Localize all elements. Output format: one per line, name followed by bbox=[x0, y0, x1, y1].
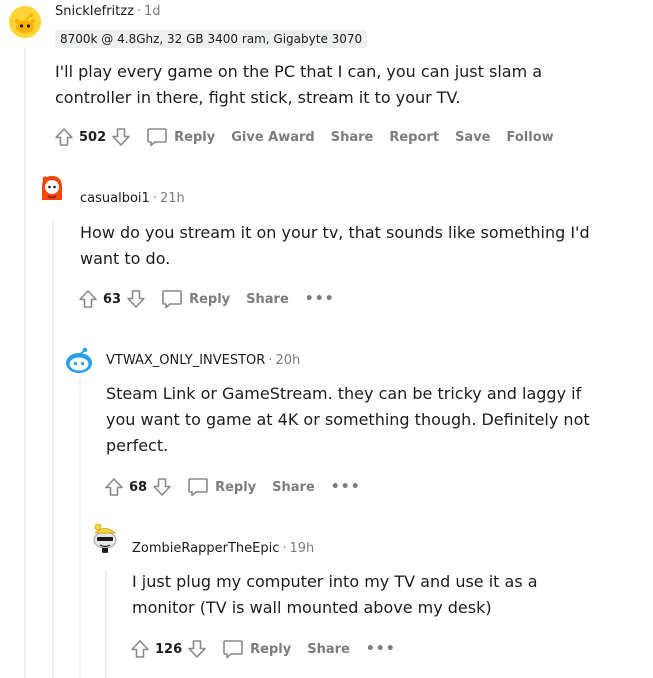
reply-button[interactable]: Reply bbox=[146, 127, 215, 147]
more-options-icon[interactable]: ••• bbox=[305, 291, 335, 307]
upvote-arrow-icon bbox=[105, 478, 123, 496]
comment-body: I'll play every game on the PC that I ca… bbox=[55, 59, 542, 111]
comment-actions: 68 Reply Share ••• bbox=[103, 474, 361, 500]
save-button[interactable]: Save bbox=[455, 130, 490, 145]
vote-score: 126 bbox=[155, 641, 183, 657]
comment-line: I just plug my computer into my TV and u… bbox=[132, 572, 538, 591]
timestamp[interactable]: 20h bbox=[275, 353, 300, 368]
separator-dot: · bbox=[136, 4, 142, 19]
downvote-arrow-icon bbox=[112, 128, 130, 146]
comment-line: perfect. bbox=[106, 436, 169, 455]
comment-actions: 126 Reply Share ••• bbox=[129, 636, 396, 662]
vote-score: 68 bbox=[129, 479, 148, 495]
comment-body: I just plug my computer into my TV and u… bbox=[132, 569, 538, 621]
comment-line: I'll play every game on the PC that I ca… bbox=[55, 62, 543, 81]
timestamp[interactable]: 19h bbox=[290, 541, 315, 556]
author-name[interactable]: casualboi1 bbox=[80, 191, 150, 206]
user-flair: 8700k @ 4.8Ghz, 32 GB 3400 ram, Gigabyte… bbox=[55, 30, 368, 48]
separator-dot: · bbox=[282, 541, 287, 556]
upvote-arrow-icon bbox=[55, 128, 73, 146]
more-options-icon[interactable]: ••• bbox=[366, 641, 396, 657]
downvote-button[interactable] bbox=[110, 125, 132, 149]
report-button[interactable]: Report bbox=[389, 130, 439, 145]
speech-bubble-icon bbox=[188, 478, 208, 497]
comment-actions: 502 Reply Give Award Share Report Save F… bbox=[53, 124, 554, 150]
comment-line: you want to game at 4K or something thou… bbox=[106, 410, 590, 429]
reply-button[interactable]: Reply bbox=[187, 477, 256, 497]
separator-dot: · bbox=[268, 353, 273, 368]
comment-header: ZombieRapperTheEpic · 19h bbox=[132, 541, 314, 556]
snoo-avatar-icon bbox=[42, 176, 62, 200]
thread-line-level-0[interactable] bbox=[24, 48, 26, 678]
comment-line: Steam Link or GameStream. they can be tr… bbox=[106, 384, 582, 403]
comment-header: VTWAX_ONLY_INVESTOR · 20h bbox=[106, 353, 300, 368]
thread-line-level-1[interactable] bbox=[52, 220, 54, 678]
downvote-arrow-icon bbox=[153, 478, 171, 496]
vote-score: 502 bbox=[79, 129, 107, 145]
speech-bubble-icon bbox=[147, 128, 167, 147]
follow-button[interactable]: Follow bbox=[507, 130, 554, 145]
upvote-button[interactable] bbox=[53, 125, 75, 149]
upvote-button[interactable] bbox=[103, 475, 125, 499]
comment-line: How do you stream it on your tv, that so… bbox=[80, 223, 590, 242]
author-name[interactable]: ZombieRapperTheEpic bbox=[132, 541, 279, 556]
downvote-arrow-icon bbox=[127, 290, 145, 308]
give-award-button[interactable]: Give Award bbox=[231, 130, 315, 145]
snoo-avatar-icon bbox=[9, 6, 41, 38]
vote-score: 63 bbox=[103, 291, 122, 307]
speech-bubble-icon bbox=[223, 640, 243, 659]
more-options-icon[interactable]: ••• bbox=[331, 479, 361, 495]
reply-button[interactable]: Reply bbox=[161, 289, 230, 309]
author-name[interactable]: VTWAX_ONLY_INVESTOR bbox=[106, 353, 265, 368]
thread-line-level-3[interactable] bbox=[105, 570, 107, 678]
separator-dot: · bbox=[152, 191, 157, 206]
author-name[interactable]: SnickIefritzz bbox=[55, 4, 134, 19]
reply-label: Reply bbox=[174, 129, 216, 145]
comment-header: casualboi1 · 21h bbox=[80, 191, 185, 206]
comment-header: SnickIefritzz · 1d bbox=[55, 4, 161, 19]
thread-line-level-2[interactable] bbox=[79, 380, 81, 678]
reply-label: Reply bbox=[189, 291, 231, 307]
avatar[interactable] bbox=[89, 521, 121, 553]
comment-body: Steam Link or GameStream. they can be tr… bbox=[106, 381, 590, 459]
snoo-avatar-icon bbox=[66, 347, 92, 373]
snoo-avatar-icon bbox=[93, 523, 117, 553]
reply-label: Reply bbox=[215, 479, 257, 495]
avatar[interactable] bbox=[9, 6, 41, 38]
comment-line: controller in there, fight stick, stream… bbox=[55, 88, 461, 107]
comment-line: want to do. bbox=[80, 249, 171, 268]
upvote-arrow-icon bbox=[131, 640, 149, 658]
user-flair-wrapper: 8700k @ 4.8Ghz, 32 GB 3400 ram, Gigabyte… bbox=[55, 28, 368, 48]
downvote-button[interactable] bbox=[186, 637, 208, 661]
comment-actions: 63 Reply Share ••• bbox=[77, 286, 335, 312]
downvote-button[interactable] bbox=[151, 475, 173, 499]
reply-label: Reply bbox=[250, 641, 292, 657]
upvote-arrow-icon bbox=[79, 290, 97, 308]
downvote-arrow-icon bbox=[188, 640, 206, 658]
downvote-button[interactable] bbox=[125, 287, 147, 311]
timestamp[interactable]: 21h bbox=[160, 191, 185, 206]
timestamp[interactable]: 1d bbox=[144, 4, 161, 19]
comment-line: monitor (TV is wall mounted above my des… bbox=[132, 598, 492, 617]
speech-bubble-icon bbox=[162, 290, 182, 309]
share-button[interactable]: Share bbox=[331, 130, 374, 145]
share-button[interactable]: Share bbox=[307, 642, 350, 657]
reply-button[interactable]: Reply bbox=[222, 639, 291, 659]
avatar[interactable] bbox=[63, 345, 95, 377]
comment-body: How do you stream it on your tv, that so… bbox=[80, 220, 590, 272]
avatar[interactable] bbox=[36, 172, 68, 204]
upvote-button[interactable] bbox=[77, 287, 99, 311]
share-button[interactable]: Share bbox=[272, 480, 315, 495]
upvote-button[interactable] bbox=[129, 637, 151, 661]
share-button[interactable]: Share bbox=[246, 292, 289, 307]
